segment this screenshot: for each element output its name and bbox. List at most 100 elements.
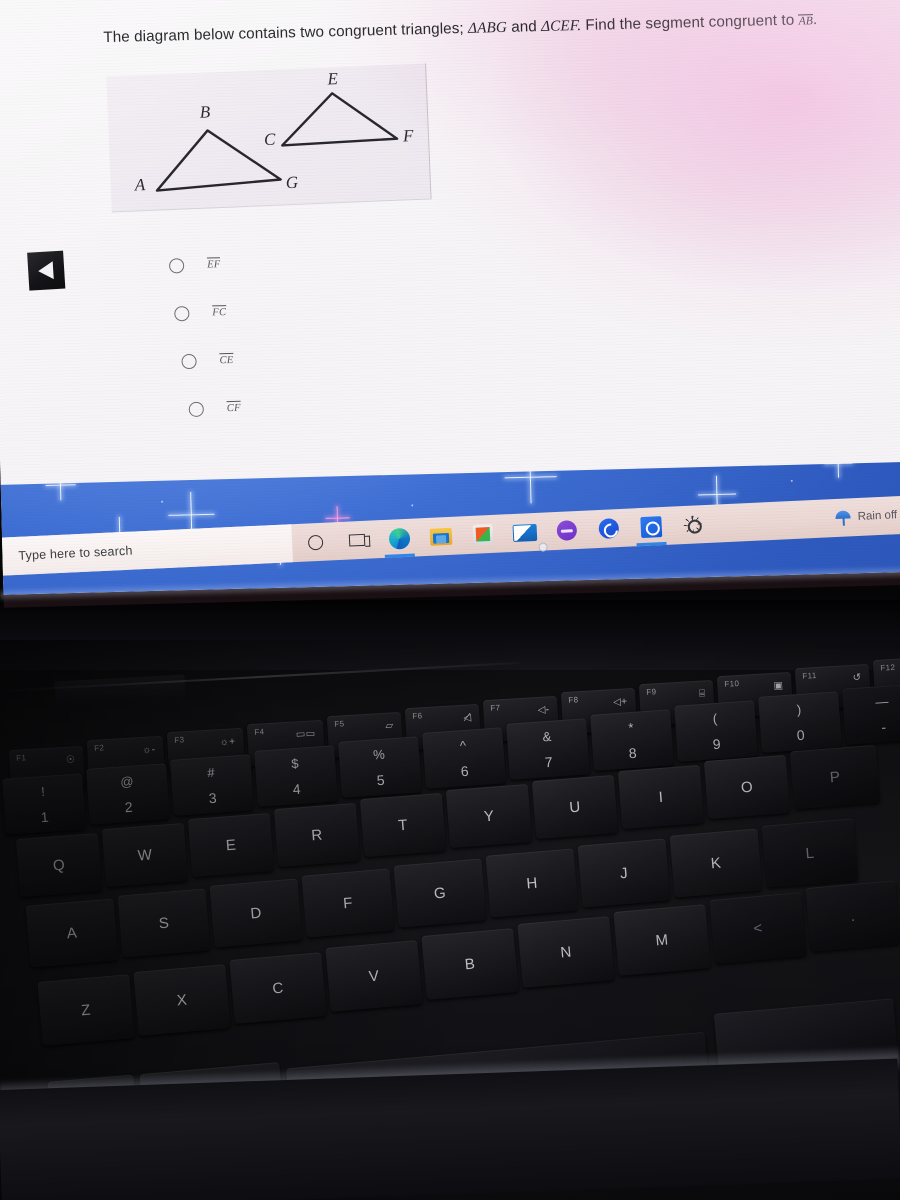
vertex-label-e: E [327, 69, 339, 89]
key-b[interactable]: B [421, 928, 519, 1000]
key-p[interactable]: P [789, 744, 881, 810]
key-n[interactable]: N [517, 916, 615, 988]
key-r[interactable]: R [273, 802, 361, 868]
key-1[interactable]: ! 1 [2, 773, 86, 835]
file-explorer-button[interactable] [419, 516, 463, 556]
settings-button[interactable] [671, 505, 715, 545]
vertex-label-a: A [134, 175, 146, 195]
key-f7-label: F7 [490, 703, 501, 713]
back-triangle-icon [37, 261, 54, 281]
key-n-label: N [559, 943, 573, 961]
key-x-label: X [176, 991, 188, 1009]
key-0-lower: 0 [796, 726, 806, 744]
key-3-upper: # [206, 764, 216, 781]
radio-button-ef[interactable] [168, 258, 185, 274]
key-9-lower: 9 [712, 735, 722, 753]
key-z[interactable]: Z [37, 974, 135, 1046]
key-f3-label: F3 [174, 735, 185, 745]
key-2-upper: @ [119, 773, 135, 790]
key-period[interactable]: . [805, 880, 900, 952]
key-f6-label: F6 [412, 711, 423, 721]
key-8-upper: * [627, 719, 635, 736]
mail-button[interactable] [503, 512, 548, 552]
key-y[interactable]: Y [445, 783, 533, 849]
key-u[interactable]: U [531, 774, 619, 840]
key-u-label: U [568, 798, 582, 816]
key-w[interactable]: W [101, 822, 189, 888]
radio-button-fc[interactable] [174, 306, 190, 322]
key-j-label: J [619, 864, 629, 882]
key-minus-lower: - [880, 719, 888, 736]
answer-option-cf[interactable]: CF [188, 401, 241, 418]
key-j[interactable]: J [577, 838, 671, 908]
key-f4-label: F4 [254, 727, 265, 737]
key-minus[interactable]: — - [842, 683, 900, 745]
blue-app-icon [598, 518, 620, 539]
edge-browser-button[interactable] [377, 518, 421, 558]
key-minus-upper: — [874, 693, 890, 710]
purple-app-button[interactable] [545, 511, 589, 551]
key-7[interactable]: & 7 [506, 718, 590, 780]
mail-icon [512, 523, 538, 542]
key-5-upper: % [372, 746, 386, 763]
key-h[interactable]: H [485, 848, 579, 918]
microsoft-store-button[interactable] [461, 514, 505, 554]
radio-button-ce[interactable] [181, 353, 197, 370]
back-button[interactable] [27, 250, 66, 291]
key-0[interactable]: ) 0 [758, 691, 842, 753]
key-f8-label: F8 [568, 695, 579, 705]
key-q-label: Q [52, 856, 66, 874]
key-3[interactable]: # 3 [170, 754, 254, 816]
key-6[interactable]: ^ 6 [422, 727, 506, 789]
key-8[interactable]: * 8 [590, 709, 674, 771]
key-2[interactable]: @ 2 [86, 763, 170, 825]
key-i[interactable]: I [617, 764, 705, 830]
question-triangle-1: ΔABG [468, 18, 507, 37]
answer-option-fc[interactable]: FC [174, 305, 227, 322]
question-period: . [812, 11, 818, 29]
key-f11-label: F11 [802, 670, 817, 681]
display-switch-icon: ▭▭ [295, 728, 316, 741]
key-9[interactable]: ( 9 [674, 700, 758, 762]
key-a[interactable]: A [25, 898, 119, 968]
key-r-label: R [310, 826, 324, 844]
key-s-label: S [158, 914, 170, 932]
key-period-label: . [849, 907, 857, 925]
key-c[interactable]: C [229, 952, 327, 1024]
key-o[interactable]: O [703, 754, 791, 820]
radio-button-cf[interactable] [188, 401, 204, 418]
key-f[interactable]: F [301, 868, 395, 938]
answer-option-ce[interactable]: CE [181, 353, 234, 370]
settings-gear-icon [683, 515, 702, 534]
key-comma[interactable]: < [709, 892, 807, 964]
key-y-label: Y [483, 807, 495, 825]
key-f1-label: F1 [15, 753, 27, 763]
key-x[interactable]: X [133, 964, 231, 1036]
key-s[interactable]: S [117, 888, 211, 958]
blue-app-button[interactable] [587, 509, 631, 549]
camera-toggle-icon: ▣ [773, 680, 784, 692]
key-g[interactable]: G [393, 858, 487, 928]
blue-square-app-button[interactable] [629, 507, 673, 547]
key-e[interactable]: E [187, 812, 275, 878]
key-4[interactable]: $ 4 [254, 745, 338, 807]
answer-option-ef[interactable]: EF [168, 257, 221, 274]
key-q[interactable]: Q [15, 832, 103, 898]
cortana-button[interactable] [293, 522, 337, 562]
key-m[interactable]: M [613, 904, 711, 976]
task-view-button[interactable] [335, 520, 379, 560]
key-d[interactable]: D [209, 878, 303, 948]
key-k[interactable]: K [669, 828, 763, 898]
weather-widget[interactable]: Rain off and on [835, 494, 900, 537]
key-t[interactable]: T [359, 792, 447, 858]
edge-browser-icon [388, 527, 410, 550]
key-6-upper: ^ [459, 737, 467, 754]
key-o-label: O [740, 778, 754, 796]
microsoft-store-icon [472, 523, 494, 545]
key-f9-label: F9 [646, 687, 657, 697]
keyboard-backlight-icon: ⌸ [698, 688, 706, 700]
key-l[interactable]: L [761, 818, 859, 888]
key-v[interactable]: V [325, 940, 423, 1012]
key-5[interactable]: % 5 [338, 736, 422, 798]
key-e-label: E [225, 836, 237, 854]
